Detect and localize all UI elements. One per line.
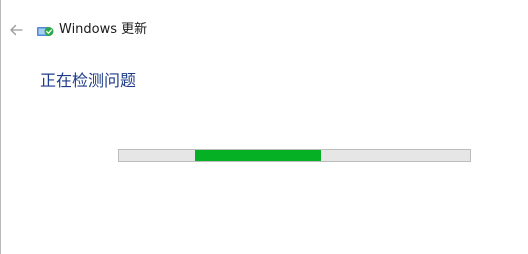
windows-update-icon xyxy=(37,27,54,36)
arrow-left-icon xyxy=(10,24,23,36)
progress-bar xyxy=(118,149,471,162)
title-bar: Windows 更新 xyxy=(0,0,528,60)
back-button[interactable] xyxy=(8,22,24,38)
page-heading: 正在检测问题 xyxy=(40,71,137,90)
progress-bar-fill xyxy=(195,150,321,161)
window-title: Windows 更新 xyxy=(59,22,148,37)
